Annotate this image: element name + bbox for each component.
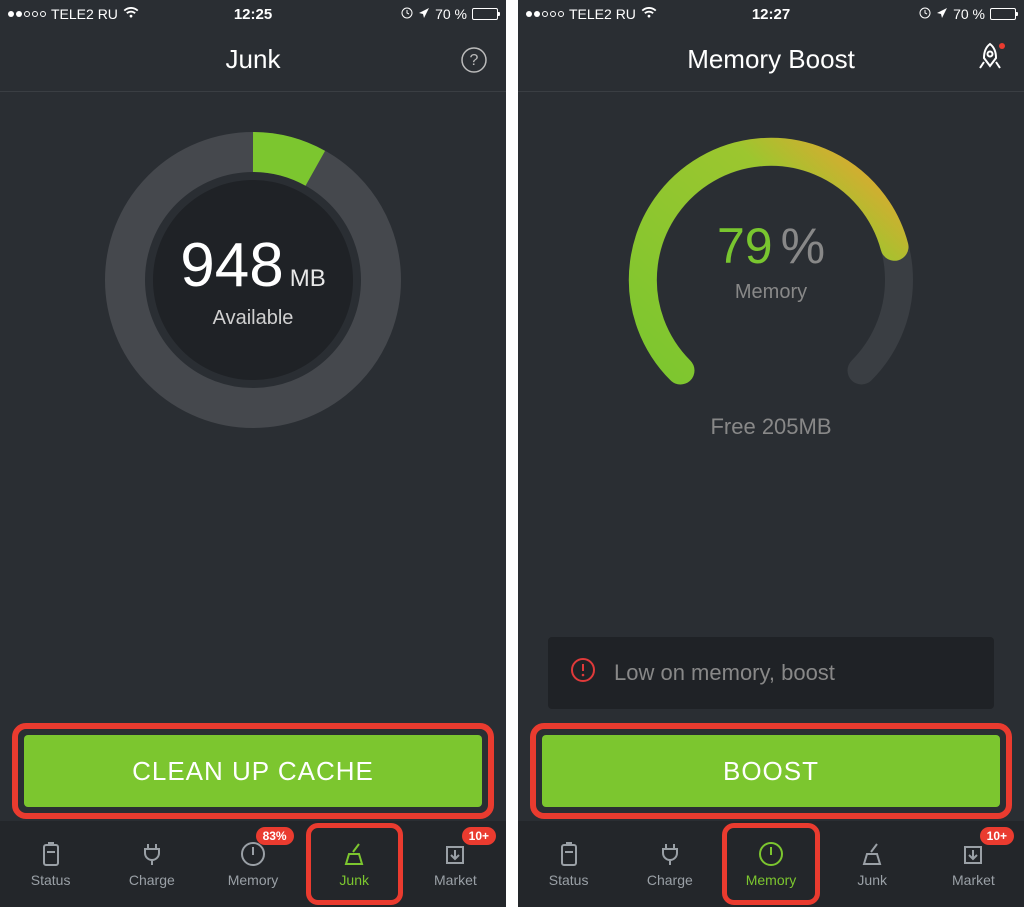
- help-button[interactable]: ?: [460, 46, 488, 79]
- clock-label: 12:27: [518, 6, 1024, 23]
- broom-icon: [341, 840, 367, 868]
- battery-outline-icon: [40, 840, 62, 868]
- tab-junk[interactable]: Junk: [822, 821, 923, 907]
- tab-label: Memory: [746, 872, 797, 888]
- memory-gauge: 79 % Memory Free 205MB: [518, 92, 1024, 440]
- tab-label: Status: [31, 872, 71, 888]
- gauge-icon: [758, 840, 784, 868]
- nav-header: Memory Boost: [518, 28, 1024, 92]
- tab-status[interactable]: Status: [518, 821, 619, 907]
- junk-value: 948: [180, 230, 283, 301]
- tab-label: Market: [434, 872, 477, 888]
- tab-market[interactable]: 10+ Market: [405, 821, 506, 907]
- junk-dial: 948 MB Available: [0, 92, 506, 440]
- page-title: Memory Boost: [687, 44, 855, 75]
- battery-icon: [990, 8, 1016, 20]
- tab-market[interactable]: 10+ Market: [923, 821, 1024, 907]
- clean-cache-highlight: CLEAN UP CACHE: [12, 723, 494, 819]
- clock-label: 12:25: [0, 6, 506, 23]
- tab-label: Market: [952, 872, 995, 888]
- memory-unit: %: [781, 217, 825, 275]
- battery-outline-icon: [558, 840, 580, 868]
- rocket-button[interactable]: [974, 42, 1006, 81]
- status-bar: TELE2 RU 12:25 70 %: [0, 0, 506, 28]
- page-title: Junk: [226, 44, 281, 75]
- tab-bar: Status Charge Memory Junk 10+ Market: [518, 821, 1024, 907]
- tab-label: Charge: [647, 872, 693, 888]
- tab-memory[interactable]: Memory: [720, 821, 821, 907]
- tab-charge[interactable]: Charge: [619, 821, 720, 907]
- memory-badge: 83%: [256, 827, 294, 845]
- tab-memory[interactable]: 83% Memory: [202, 821, 303, 907]
- market-badge: 10+: [980, 827, 1014, 845]
- tab-status[interactable]: Status: [0, 821, 101, 907]
- tab-label: Junk: [857, 872, 887, 888]
- memory-sub: Memory: [735, 281, 807, 304]
- tab-label: Charge: [129, 872, 175, 888]
- low-memory-warning: Low on memory, boost: [548, 637, 994, 709]
- broom-icon: [859, 840, 885, 868]
- plug-icon: [140, 840, 164, 868]
- memory-screen: TELE2 RU 12:27 70 % Memory Boost: [518, 0, 1024, 907]
- junk-unit: MB: [290, 265, 326, 293]
- market-badge: 10+: [462, 827, 496, 845]
- tab-junk[interactable]: Junk: [304, 821, 405, 907]
- download-icon: [960, 840, 986, 868]
- memory-value: 79: [717, 217, 773, 275]
- warning-text: Low on memory, boost: [614, 660, 835, 686]
- tab-label: Status: [549, 872, 589, 888]
- clean-cache-button[interactable]: CLEAN UP CACHE: [24, 735, 482, 807]
- tab-label: Junk: [339, 872, 369, 888]
- junk-sub: Available: [213, 307, 294, 330]
- svg-text:?: ?: [470, 52, 479, 69]
- nav-header: Junk ?: [0, 28, 506, 92]
- plug-icon: [658, 840, 682, 868]
- alert-icon: [570, 657, 596, 689]
- boost-button[interactable]: BOOST: [542, 735, 1000, 807]
- tab-bar: Status Charge 83% Memory Junk 10+ Market: [0, 821, 506, 907]
- tab-charge[interactable]: Charge: [101, 821, 202, 907]
- status-bar: TELE2 RU 12:27 70 %: [518, 0, 1024, 28]
- junk-screen: TELE2 RU 12:25 70 % Junk ?: [0, 0, 506, 907]
- boost-highlight: BOOST: [530, 723, 1012, 819]
- download-icon: [442, 840, 468, 868]
- battery-icon: [472, 8, 498, 20]
- tab-label: Memory: [228, 872, 279, 888]
